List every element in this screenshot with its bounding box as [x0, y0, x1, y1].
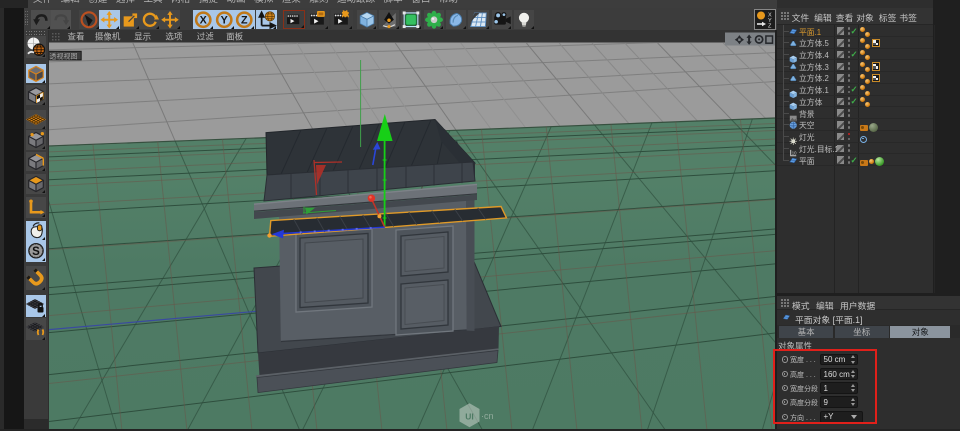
svg-text:UI: UI	[465, 411, 474, 421]
svg-text:面板: 面板	[226, 31, 244, 41]
svg-text:过滤: 过滤	[197, 31, 215, 41]
svg-text:Y: Y	[220, 14, 227, 26]
svg-text:X: X	[200, 14, 208, 26]
svg-text:透视视图: 透视视图	[50, 51, 78, 60]
svg-text:摄像机: 摄像机	[95, 31, 121, 41]
svg-text:Z: Z	[241, 14, 248, 26]
svg-text:·cn: ·cn	[481, 411, 494, 421]
svg-text:显示: 显示	[134, 31, 151, 41]
svg-text:S: S	[32, 246, 40, 258]
svg-text:Z: Z	[768, 23, 772, 29]
svg-text:查看: 查看	[68, 31, 85, 41]
svg-text:选项: 选项	[165, 31, 183, 41]
